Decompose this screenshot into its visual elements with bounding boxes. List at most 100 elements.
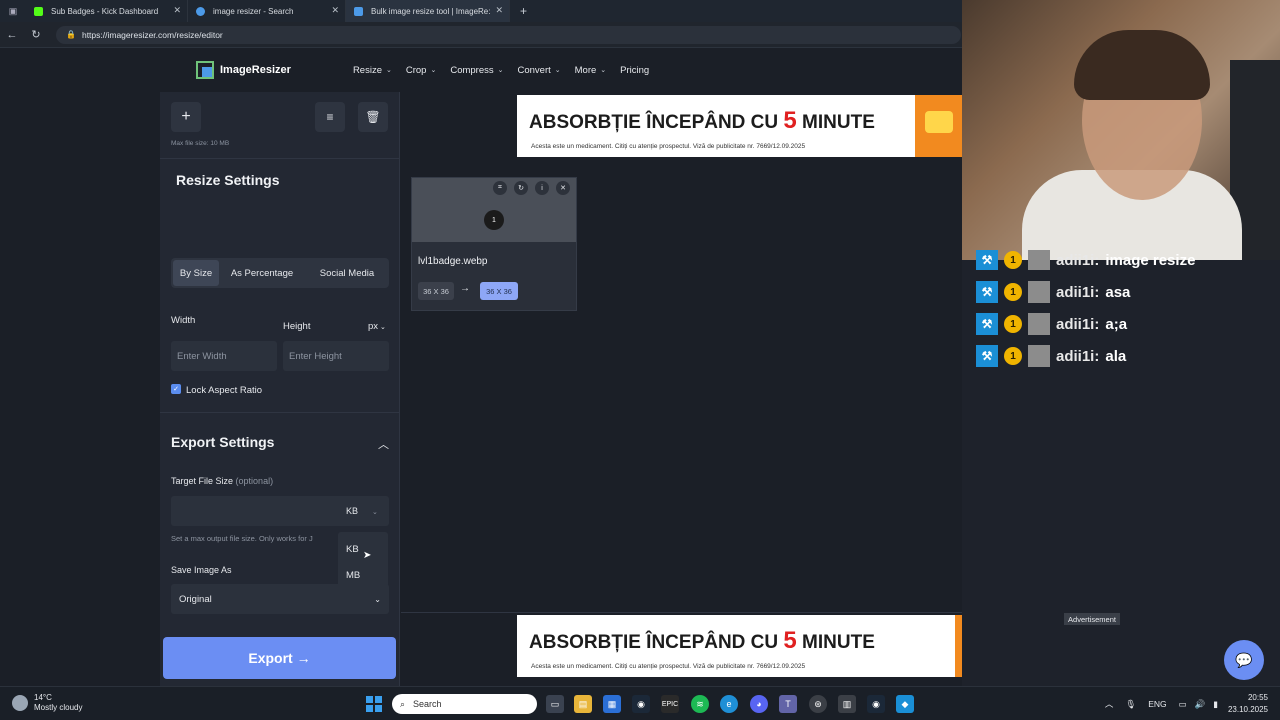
tab-title: Sub Badges - Kick Dashboard bbox=[51, 6, 159, 16]
height-input[interactable]: Enter Height bbox=[283, 341, 389, 371]
size-unit-value: KB bbox=[346, 506, 359, 516]
ad-headline-b: MINUTE bbox=[796, 632, 875, 653]
teams-icon[interactable]: T bbox=[779, 695, 797, 713]
rotate-icon[interactable]: ↻ bbox=[514, 181, 528, 195]
chevron-down-icon: ⌄ bbox=[372, 509, 378, 516]
main-menu: Resize ⌄ Crop ⌄ Compress ⌄ Convert ⌄ More ⌄ P… bbox=[353, 65, 663, 76]
new-tab-icon[interactable]: + bbox=[520, 4, 527, 18]
export-button[interactable]: Export → bbox=[163, 637, 396, 679]
ad-banner-top[interactable]: ABSORBȚIE ÎNCEPÂND CU 5 MINUTE Acesta es… bbox=[517, 95, 963, 157]
network-icon[interactable]: ▭ bbox=[1179, 699, 1187, 710]
browser-tab-bar: ▣ Sub Badges - Kick Dashboard ✕ image re… bbox=[0, 0, 962, 22]
image-card[interactable]: ⌗ ↻ i ✕ 1 lvl1badge.webp 36 X 36 → 36 X … bbox=[411, 177, 577, 311]
save-as-select[interactable]: Original ⌄ bbox=[171, 584, 389, 614]
steam-icon[interactable]: ◉ bbox=[867, 695, 885, 713]
taskbar-search[interactable]: ⌕ Search bbox=[392, 694, 537, 714]
width-input[interactable]: Enter Width bbox=[171, 341, 277, 371]
ad-headline-number: 5 bbox=[783, 107, 797, 134]
chat-username: adii1i: bbox=[1056, 283, 1100, 301]
tab-search[interactable]: image resizer - Search ✕ bbox=[188, 0, 346, 22]
unit-select[interactable]: px ⌄ bbox=[368, 321, 386, 332]
lock-aspect-checkbox[interactable]: ✓ bbox=[171, 384, 181, 394]
battery-icon[interactable]: ▮ bbox=[1213, 699, 1218, 710]
ad-banner-bottom[interactable]: ABSORBȚIE ÎNCEPÂND CU 5 MINUTE Acesta es… bbox=[517, 615, 1003, 677]
epic-games-icon[interactable]: EPIC bbox=[661, 695, 679, 713]
target-size-text: Target File Size bbox=[171, 476, 234, 486]
avatar bbox=[1028, 250, 1050, 270]
menu-pricing[interactable]: Pricing bbox=[620, 65, 649, 76]
page: ImageResizer Resize ⌄ Crop ⌄ Compress ⌄ Con… bbox=[0, 48, 1003, 686]
image-preview: ⌗ ↻ i ✕ 1 bbox=[412, 178, 576, 242]
original-dimensions: 36 X 36 bbox=[418, 282, 454, 300]
chevron-down-icon: ⌄ bbox=[380, 324, 386, 331]
info-icon[interactable]: i bbox=[535, 181, 549, 195]
tab-title: Bulk image resize tool | ImageRe: bbox=[371, 6, 491, 16]
close-tab-icon[interactable]: ✕ bbox=[495, 5, 503, 16]
steam-icon[interactable]: ◉ bbox=[632, 695, 650, 713]
search-favicon-icon bbox=[196, 6, 205, 16]
chat-username: adii1i: bbox=[1056, 347, 1100, 365]
chat-support-button[interactable]: 💬 bbox=[1224, 640, 1264, 680]
close-tab-icon[interactable]: ✕ bbox=[173, 5, 181, 16]
collapse-export-icon[interactable]: ︿ bbox=[378, 436, 389, 452]
chevron-down-icon: ⌄ bbox=[497, 67, 504, 74]
volume-icon[interactable]: 🔊 bbox=[1195, 699, 1206, 710]
spotify-icon[interactable]: ≋ bbox=[691, 695, 709, 713]
store-icon[interactable]: ▦ bbox=[603, 695, 621, 713]
add-image-button[interactable]: + bbox=[171, 102, 201, 132]
window-menu-icon[interactable]: ▣ bbox=[0, 0, 26, 22]
crop-icon[interactable]: ⌗ bbox=[493, 181, 507, 195]
app-icon[interactable]: ◆ bbox=[896, 695, 914, 713]
time: 20:55 bbox=[1247, 693, 1268, 702]
tab-imageresizer[interactable]: Bulk image resize tool | ImageRe: ✕ bbox=[346, 0, 510, 22]
url-field[interactable]: 🔒 https://imageresizer.com/resize/editor bbox=[56, 25, 961, 44]
clock[interactable]: 20:55 23.10.2025 bbox=[1228, 692, 1268, 716]
menu-more[interactable]: More ⌄ bbox=[575, 65, 607, 76]
lock-icon: 🔒 bbox=[66, 30, 76, 39]
width-label: Width bbox=[171, 315, 196, 326]
file-explorer-icon[interactable]: ▤ bbox=[574, 695, 592, 713]
reload-icon[interactable]: ↻ bbox=[24, 28, 48, 41]
temperature: 14°C bbox=[34, 693, 52, 702]
task-view-icon[interactable]: ▭ bbox=[546, 695, 564, 713]
avatar bbox=[1028, 345, 1050, 367]
menu-crop[interactable]: Crop ⌄ bbox=[406, 65, 436, 76]
discord-icon[interactable]: ◕ bbox=[750, 695, 768, 713]
edge-icon[interactable]: e bbox=[720, 695, 738, 713]
close-tab-icon[interactable]: ✕ bbox=[331, 5, 339, 16]
language-indicator[interactable]: ENG bbox=[1148, 699, 1166, 709]
divider bbox=[160, 158, 400, 159]
filter-button[interactable]: ≡ bbox=[315, 102, 345, 132]
divider bbox=[160, 412, 400, 413]
delete-all-button[interactable]: 🗑 bbox=[358, 102, 388, 132]
app-icon[interactable]: ▥ bbox=[838, 695, 856, 713]
sub-badge-icon: 1 bbox=[1004, 315, 1022, 333]
tab-kick-dashboard[interactable]: Sub Badges - Kick Dashboard ✕ bbox=[26, 0, 188, 22]
close-icon[interactable]: ✕ bbox=[556, 181, 570, 195]
sub-badge-icon: 1 bbox=[1004, 283, 1022, 301]
tab-social-media[interactable]: Social Media bbox=[305, 260, 389, 286]
trash-icon: 🗑 bbox=[365, 110, 381, 124]
menu-convert[interactable]: Convert ⌄ bbox=[518, 65, 561, 76]
microphone-icon[interactable]: 🎙 bbox=[1125, 699, 1136, 710]
chevron-down-icon: ⌄ bbox=[374, 594, 381, 604]
size-unit-select[interactable]: KB ⌄ bbox=[346, 506, 378, 516]
menu-resize[interactable]: Resize ⌄ bbox=[353, 65, 392, 76]
app-icon[interactable]: ⊛ bbox=[809, 695, 827, 713]
menu-compress[interactable]: Compress ⌄ bbox=[450, 65, 503, 76]
menu-label: Crop bbox=[405, 64, 427, 76]
moderator-badge-icon: ⚒ bbox=[976, 250, 998, 270]
ad-headline-a: ABSORBȚIE ÎNCEPÂND CU bbox=[529, 112, 784, 133]
moderator-badge-icon: ⚒ bbox=[976, 345, 998, 367]
cloud-icon bbox=[12, 695, 28, 711]
chevron-up-icon[interactable]: ︿ bbox=[1105, 698, 1114, 710]
site-logo[interactable]: ImageResizer bbox=[196, 61, 291, 79]
url-text: https://imageresizer.com/resize/editor bbox=[81, 29, 223, 40]
chat-message: ⚒ 1 adii1i: asa bbox=[976, 281, 1130, 303]
weather-widget[interactable]: 14°C Mostly cloudy bbox=[12, 693, 82, 713]
tab-as-percentage[interactable]: As Percentage bbox=[219, 260, 305, 286]
logo-text: ImageResizer bbox=[220, 64, 291, 76]
tab-by-size[interactable]: By Size bbox=[173, 260, 219, 286]
start-button[interactable] bbox=[366, 696, 382, 712]
back-icon[interactable]: ← bbox=[0, 29, 24, 41]
